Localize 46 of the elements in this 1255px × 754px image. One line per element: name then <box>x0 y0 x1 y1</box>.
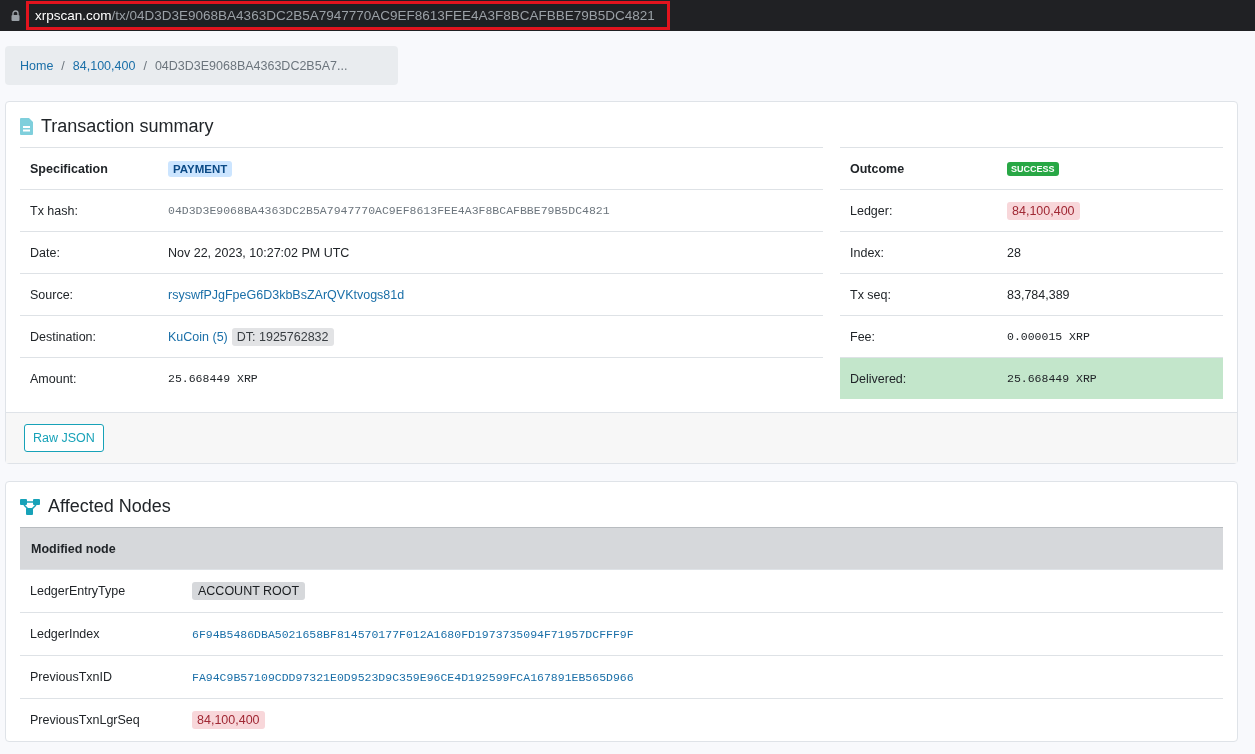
lock-icon <box>11 10 20 21</box>
row-label: Destination: <box>29 329 97 344</box>
breadcrumb-link[interactable]: 84,100,400 <box>72 58 136 73</box>
ledger-badge[interactable]: 84,100,400 <box>1007 201 1080 220</box>
value-text: 28 <box>1007 245 1021 260</box>
url-field[interactable]: xrpscan.com/tx/04D3D3E9068BA4363DC2B5A7947770AC9EF8613FEE4A3F8BCAFBBE79B5DC4821 <box>26 1 670 30</box>
row-label: Ledger: <box>849 203 894 218</box>
status-badge: SUCCESS <box>1007 161 1059 176</box>
section-title: Affected Nodes <box>48 496 171 517</box>
row-label: LedgerIndex <box>29 627 101 641</box>
row-label: Tx hash: <box>29 203 79 218</box>
row-label: Index: <box>849 245 886 260</box>
address-link[interactable]: rsyswfPJgFpeG6D3kbBsZArQVKtvogs81d <box>168 287 405 302</box>
breadcrumb-current: 04D3D3E9068BA4363DC2B5A7... <box>154 58 348 73</box>
hash-link[interactable]: 6F94B5486DBA5021658BF814570177F012A1680FD1973735094F71957DCFFF9F <box>192 627 634 641</box>
row-label: Delivered: <box>849 371 908 386</box>
breadcrumb-link[interactable]: Home <box>20 58 54 73</box>
value-text: 83,784,389 <box>1007 287 1070 302</box>
section-title: Transaction summary <box>41 116 214 137</box>
row-label: Source: <box>29 287 75 302</box>
row-label: Date: <box>29 245 61 260</box>
hash-text: 04D3D3E9068BA4363DC2B5A7947770AC9EF8613FEE4A3F8BCAFBBE79B5DC4821 <box>168 204 610 217</box>
address-link[interactable]: KuCoin (5) <box>168 329 228 344</box>
value-text: Nov 22, 2023, 10:27:02 PM UTC <box>168 245 350 260</box>
header-text: Modified node <box>31 541 116 556</box>
raw-json-button[interactable]: Raw JSON <box>24 424 104 452</box>
row-label: Specification <box>29 161 109 176</box>
row-label: Amount: <box>29 371 78 386</box>
row-label: LedgerEntryType <box>29 584 127 598</box>
hash-link[interactable]: FA94C9B57109CDD97321E0D9523D9C359E96CE4D192599FCA167891EB565D966 <box>192 670 634 684</box>
row-label: Tx seq: <box>849 287 892 302</box>
row-label: PreviousTxnLgrSeq <box>29 713 141 727</box>
row-label: Outcome <box>849 161 906 176</box>
amount-text: 25.668449 XRP <box>1007 372 1097 385</box>
amount-text: 0.000015 XRP <box>1007 330 1090 343</box>
ledger-badge[interactable]: 84,100,400 <box>192 711 265 729</box>
row-label: PreviousTxnID <box>29 670 113 684</box>
amount-text: 25.668449 XRP <box>168 372 258 385</box>
breadcrumb-separator: / <box>61 58 65 73</box>
type-badge: PAYMENT <box>168 160 233 177</box>
document-icon <box>20 118 33 135</box>
breadcrumb-separator: / <box>143 58 147 73</box>
tag-badge: DT: 1925762832 <box>231 327 334 346</box>
row-label: Fee: <box>849 329 876 344</box>
type-badge: ACCOUNT ROOT <box>192 582 306 600</box>
nodes-icon <box>20 498 40 515</box>
